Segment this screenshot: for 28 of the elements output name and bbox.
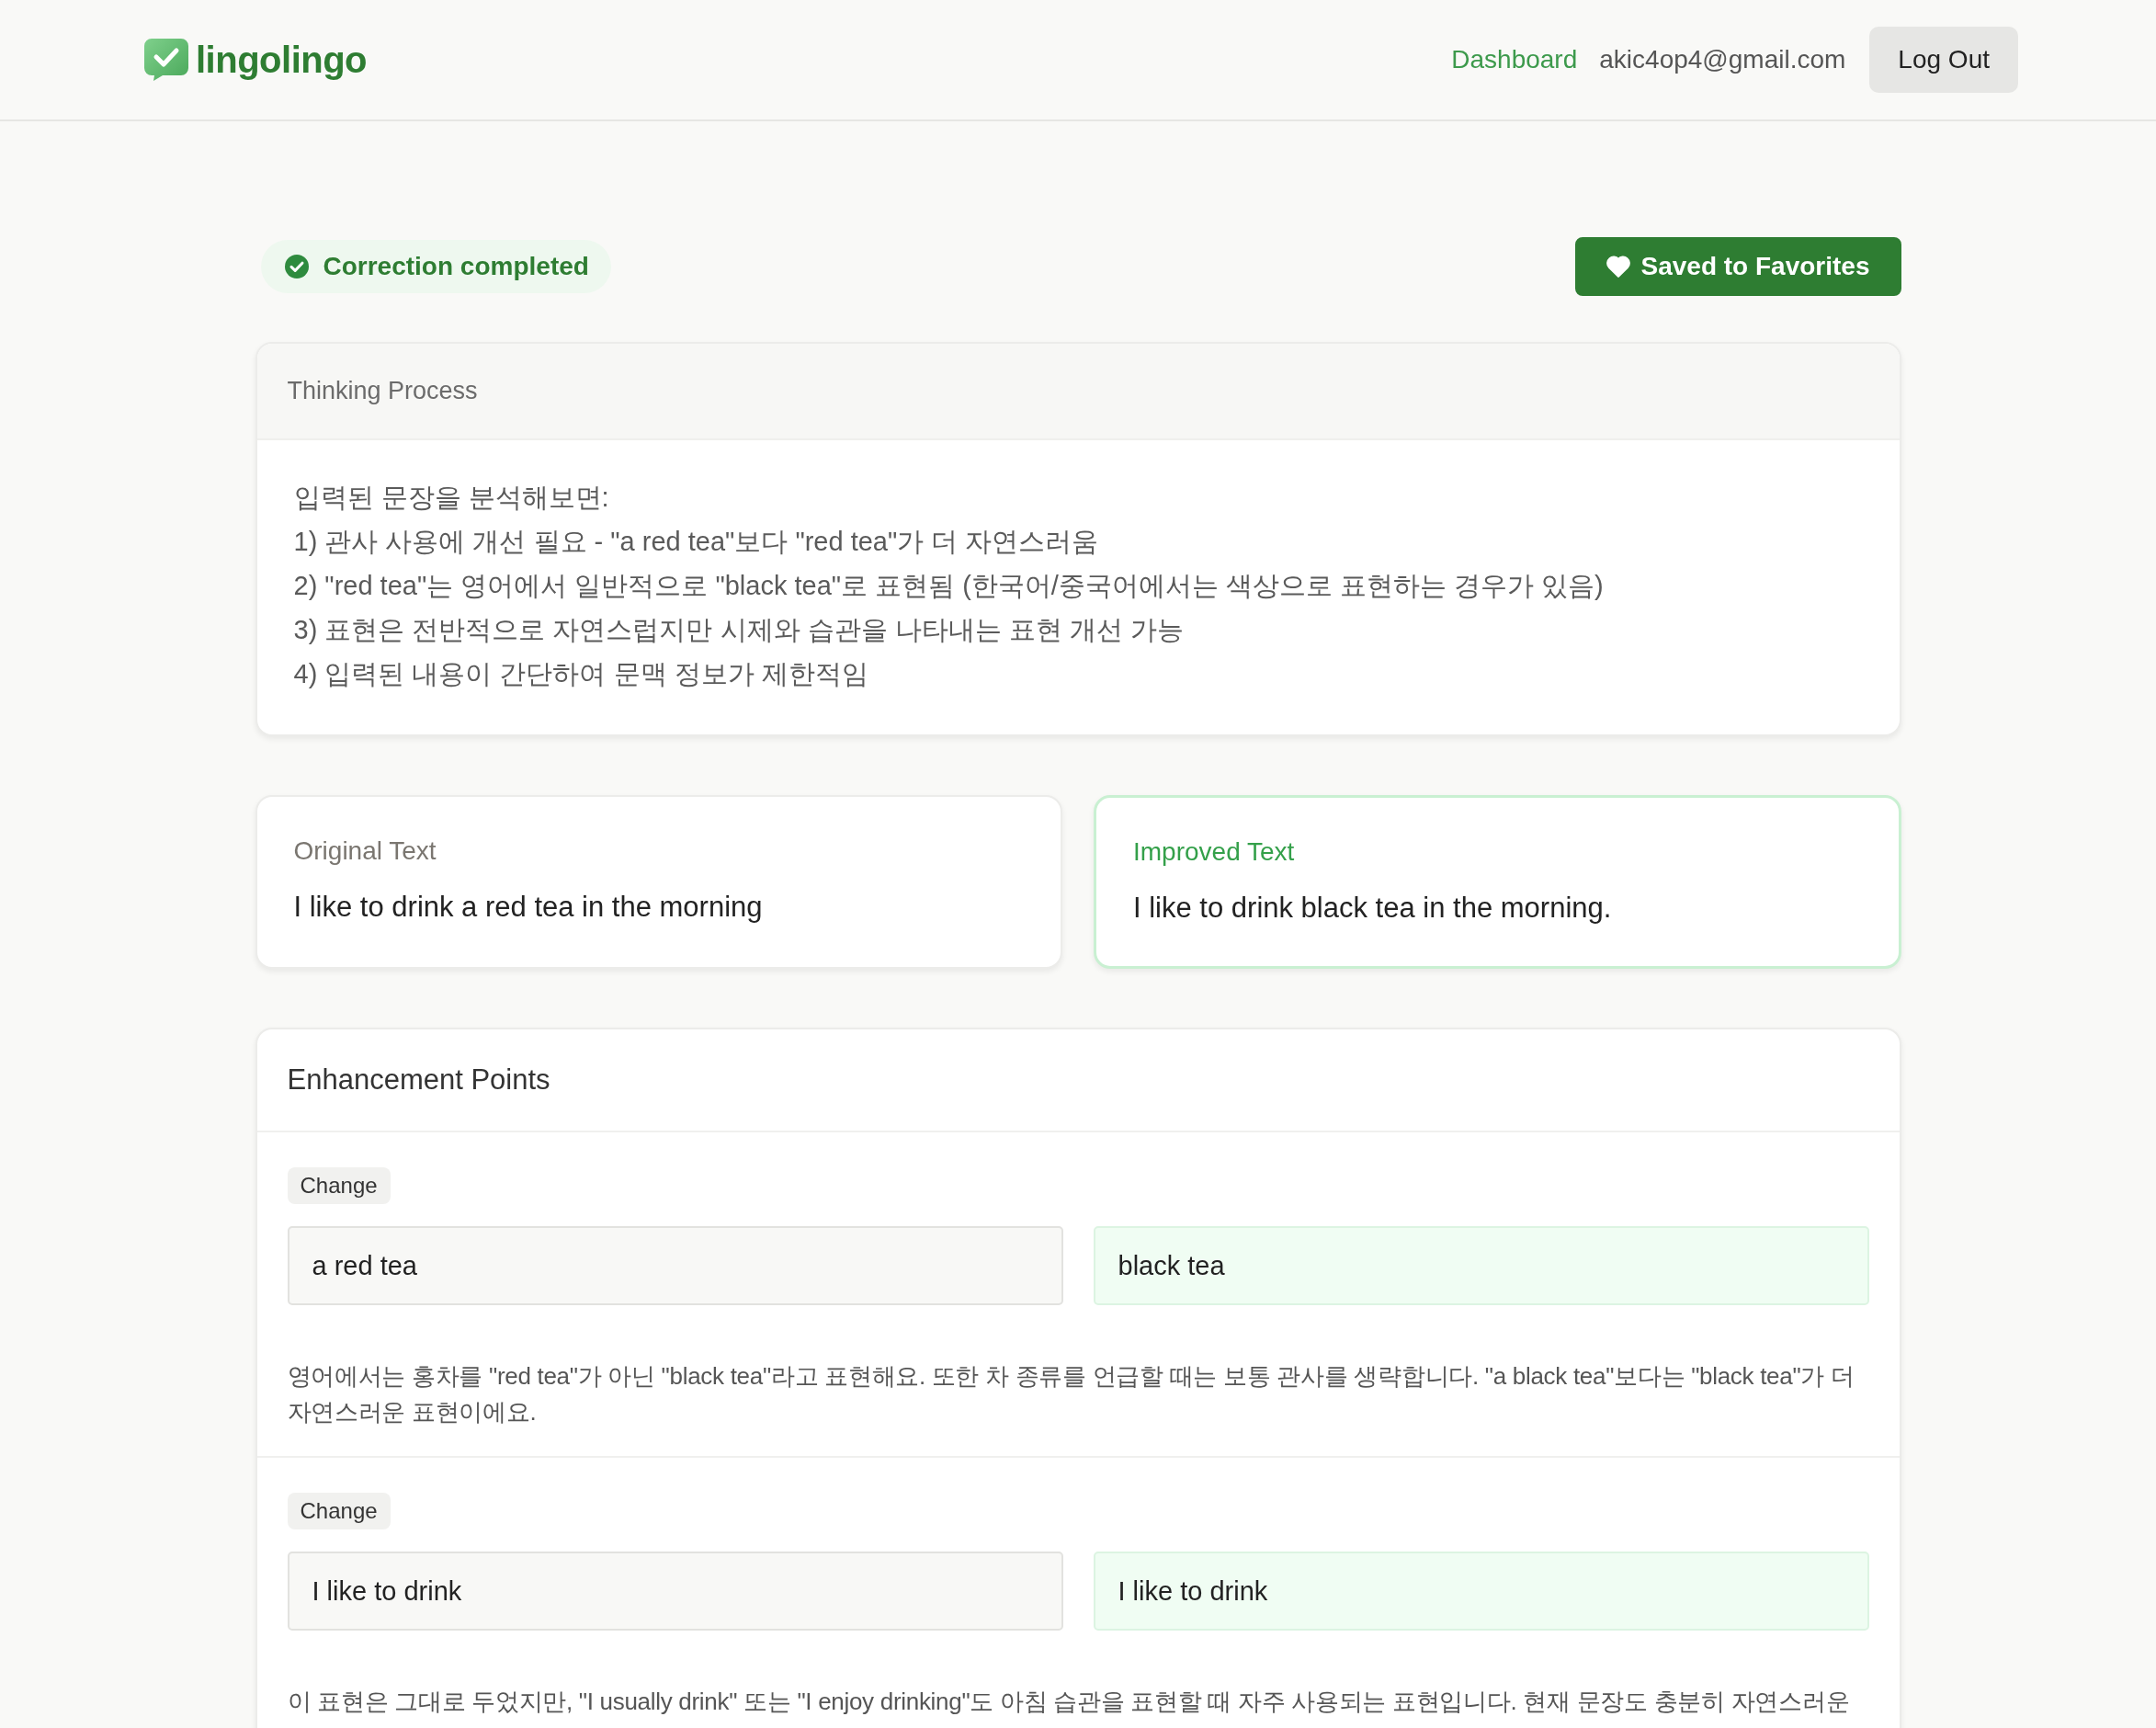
explanation-text: 이 표현은 그대로 두었지만, "I usually drink" 또는 "I enjoy drinking"도 아침 습관을 표현할 때 자주 사용되는 표현입니다. 현재 문장도 충분히 자연스러운	[287, 1687, 1851, 1717]
favorites-button[interactable]: Saved to Favorites	[1574, 237, 1901, 296]
thinking-line: 2) "red tea"는 영어에서 일반적으로 "black tea"로 표현됨 (한국어/중국어에서는 색상으로 표현하는 경우가 있음)	[293, 570, 1605, 602]
check-circle-icon	[284, 255, 309, 279]
change-tag: Change	[287, 1493, 391, 1529]
dashboard-link[interactable]: Dashboard	[1451, 45, 1578, 74]
original-phrase: I like to drink	[287, 1552, 1063, 1631]
user-email: akic4op4@gmail.com	[1599, 45, 1846, 74]
logout-button[interactable]: Log Out	[1869, 27, 2018, 93]
logo-icon	[144, 39, 188, 81]
logo-text: lingolingo	[196, 39, 368, 81]
sentence-text: I like to drink a red tea in the morning	[293, 891, 764, 924]
card-label: Improved Text	[1133, 837, 1296, 867]
improved-phrase: I like to drink	[1093, 1552, 1869, 1631]
status-text: Correction completed	[323, 252, 589, 281]
thinking-line: 3) 표현은 전반적으로 자연스럽지만 시제와 습관을 나타내는 표현 개선 가능	[293, 614, 1185, 646]
heart-icon	[1606, 256, 1630, 278]
enhancement-title: Enhancement Points	[287, 1063, 550, 1096]
improved-phrase: black tea	[1093, 1226, 1869, 1305]
thinking-line: 4) 입력된 내용이 간단하여 문맥 정보가 제한적임	[293, 658, 869, 690]
thinking-title: Thinking Process	[287, 377, 478, 404]
thinking-line: 1) 관사 사용에 개선 필요 - "a red tea"보다 "red tea"가 더 자연스러움	[293, 526, 1100, 558]
thinking-line: 입력된 문장을 분석해보면:	[293, 482, 610, 514]
sentence-text: I like to drink black tea in the morning.	[1133, 892, 1613, 925]
explanation-text: 영어에서는 홍차를 "red tea"가 아닌 "black tea"라고 표현해요. 또한 차 종류를 언급할 때는 보통 관사를 생략합니다. "a black tea"보다는 "black tea"가 더 자연스러운 표현이에요.	[287, 1361, 1855, 1427]
card-label: Original Text	[293, 836, 437, 866]
change-tag: Change	[287, 1167, 391, 1204]
original-phrase: a red tea	[287, 1226, 1063, 1305]
